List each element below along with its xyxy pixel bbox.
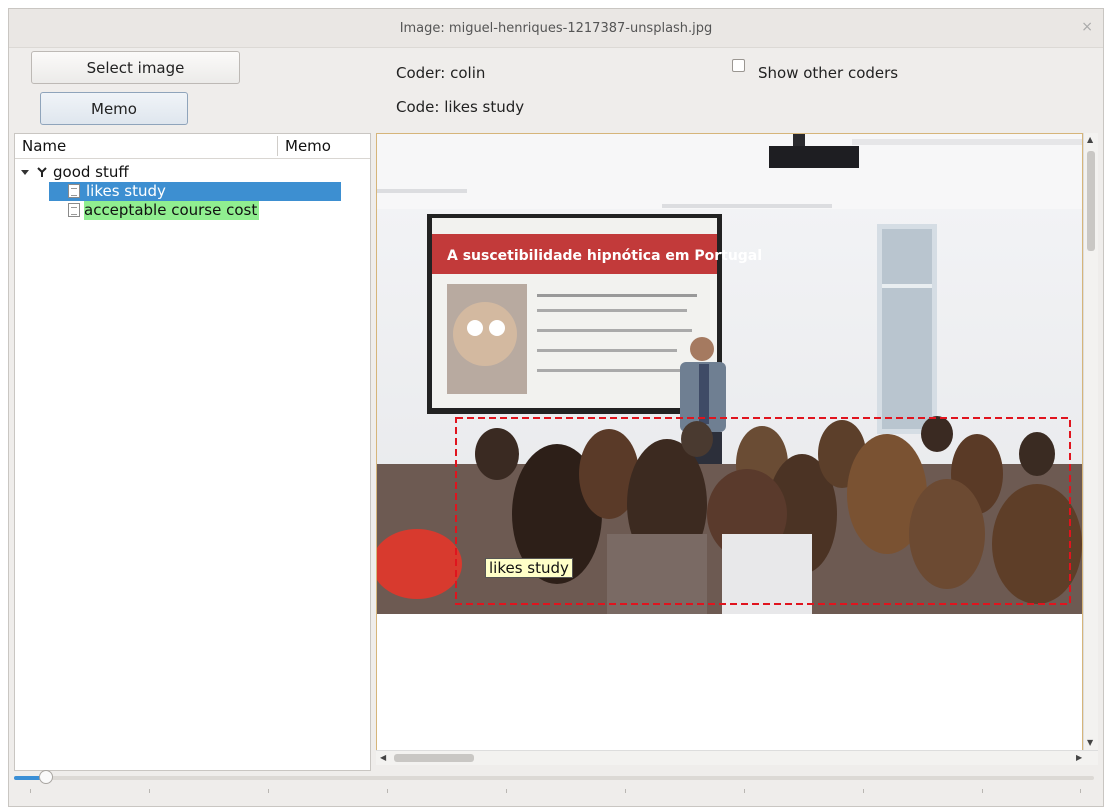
column-header-name[interactable]: Name xyxy=(22,137,66,155)
tree-category-row[interactable]: good stuff xyxy=(15,163,355,182)
code-document-icon xyxy=(68,203,80,217)
tree-code-row-selected[interactable]: likes study xyxy=(49,182,341,201)
code-document-icon xyxy=(68,184,80,198)
slider-tick xyxy=(149,789,150,793)
slider-tick xyxy=(863,789,864,793)
title-bar: Image: miguel-henriques-1217387-unsplash… xyxy=(9,9,1103,48)
category-label: good stuff xyxy=(53,163,129,181)
coded-region-overlay[interactable] xyxy=(377,134,1082,614)
column-separator[interactable] xyxy=(277,136,278,156)
slider-tick xyxy=(30,789,31,793)
coded-region-label: likes study xyxy=(485,558,573,578)
slider-tick xyxy=(268,789,269,793)
select-image-button[interactable]: Select image xyxy=(31,51,240,84)
tree-header: Name Memo xyxy=(15,134,370,159)
code-label-acceptable-course-cost: acceptable course cost xyxy=(84,201,260,220)
scroll-up-icon[interactable]: ▲ xyxy=(1087,135,1093,144)
show-other-coders-checkbox[interactable] xyxy=(732,59,745,72)
expand-arrow-icon[interactable] xyxy=(21,170,29,175)
horizontal-scrollbar[interactable]: ◀ ▶ xyxy=(376,750,1098,765)
code-label: Code: likes study xyxy=(396,98,525,116)
slider-tick xyxy=(506,789,507,793)
slider-tick xyxy=(982,789,983,793)
coder-label: Coder: colin xyxy=(396,64,486,82)
image-viewer[interactable]: A suscetibilidade hipnótica em Portugal xyxy=(376,133,1083,765)
memo-button[interactable]: Memo xyxy=(40,92,188,125)
code-label-likes-study: likes study xyxy=(86,182,166,200)
column-header-memo[interactable]: Memo xyxy=(285,137,331,155)
slider-tick xyxy=(387,789,388,793)
code-tree[interactable]: Name Memo good stuff likes study accepta… xyxy=(14,133,371,771)
scroll-down-icon[interactable]: ▼ xyxy=(1087,738,1093,747)
scroll-left-icon[interactable]: ◀ xyxy=(380,753,386,762)
slider-tick xyxy=(1080,789,1081,793)
vertical-scrollbar[interactable]: ▲ ▼ xyxy=(1083,133,1098,765)
close-icon[interactable]: × xyxy=(1081,19,1093,35)
vertical-scroll-thumb[interactable] xyxy=(1087,151,1095,251)
show-other-coders-label[interactable]: Show other coders xyxy=(758,64,898,82)
horizontal-scroll-thumb[interactable] xyxy=(394,754,474,762)
slider-tick xyxy=(744,789,745,793)
window-title: Image: miguel-henriques-1217387-unsplash… xyxy=(399,20,713,36)
slider-tick xyxy=(625,789,626,793)
category-icon xyxy=(37,167,47,177)
zoom-slider-track[interactable] xyxy=(14,776,1094,780)
scroll-right-icon[interactable]: ▶ xyxy=(1076,753,1082,762)
